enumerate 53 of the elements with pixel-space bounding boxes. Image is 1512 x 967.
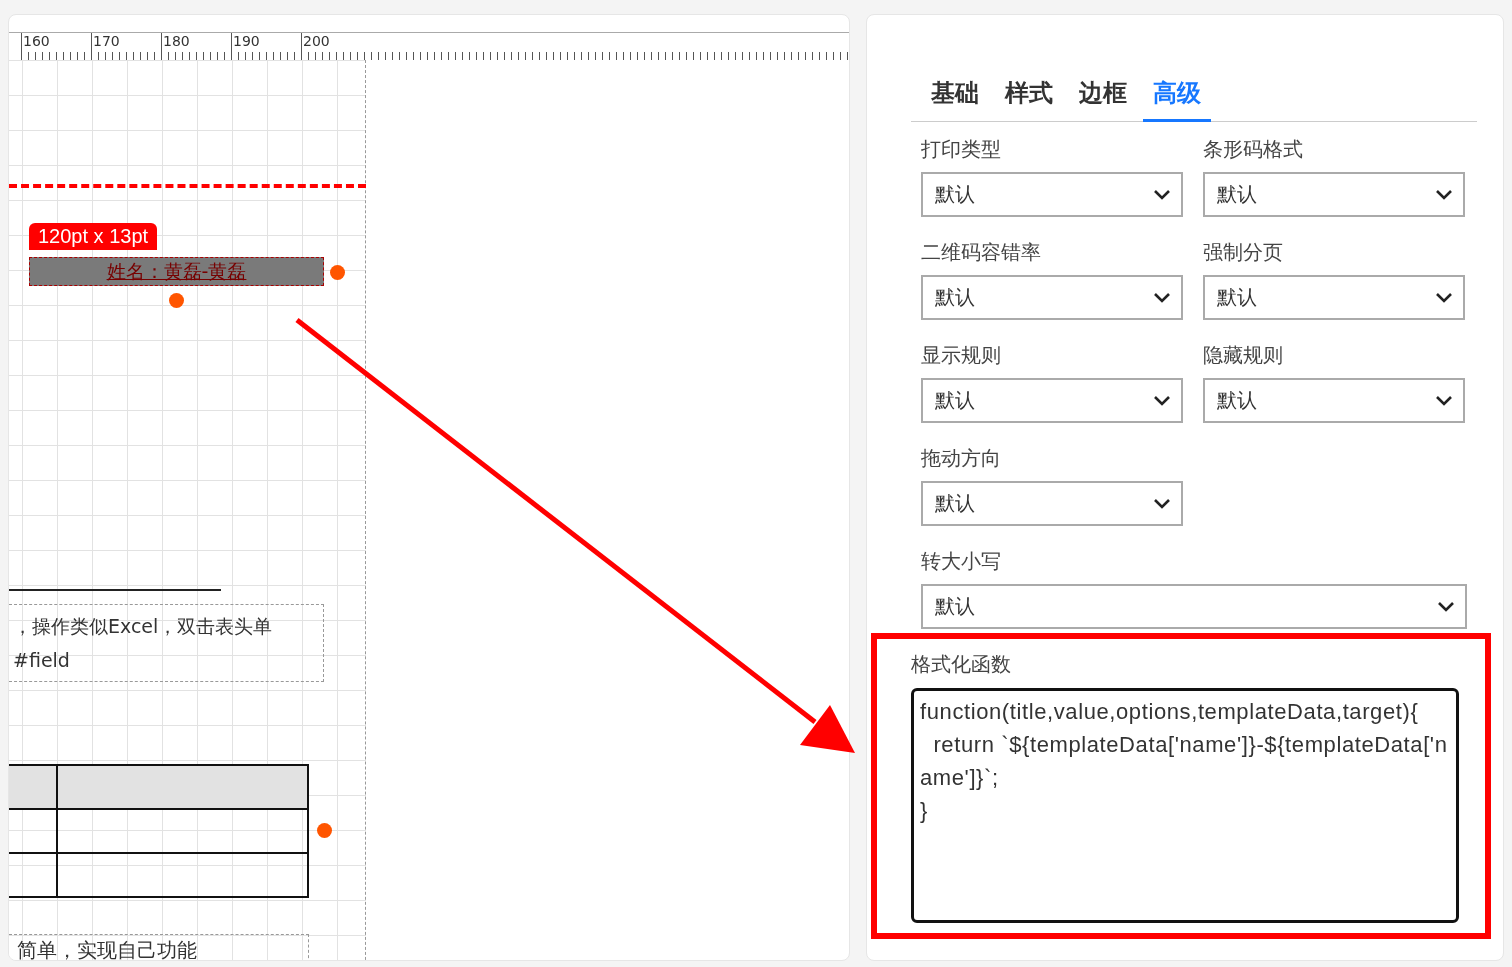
- select-value: 默认: [1217, 387, 1257, 414]
- select-field[interactable]: 默认: [921, 584, 1467, 629]
- select-field[interactable]: 默认: [921, 378, 1183, 423]
- table-element[interactable]: [9, 764, 309, 898]
- select-field[interactable]: 默认: [921, 275, 1183, 320]
- select-value: 默认: [935, 593, 975, 620]
- select-field[interactable]: 默认: [1203, 275, 1465, 320]
- text-line: #field: [13, 648, 71, 673]
- field-label: 转大小写: [921, 548, 1002, 575]
- tab[interactable]: 高级: [1143, 73, 1211, 122]
- select-value: 默认: [935, 284, 975, 311]
- select-field[interactable]: 默认: [1203, 378, 1465, 423]
- select-field[interactable]: 默认: [1203, 172, 1465, 217]
- size-badge: 120pt x 13pt: [29, 223, 158, 250]
- select-value: 默认: [935, 181, 975, 208]
- tab[interactable]: 样式: [995, 73, 1063, 122]
- chevron-down-icon: [1435, 188, 1453, 201]
- chevron-down-icon: [1153, 291, 1171, 304]
- field-label: 二维码容错率: [921, 239, 1042, 266]
- tab[interactable]: 基础: [921, 73, 989, 122]
- field-label: 条形码格式: [1203, 136, 1304, 163]
- select-value: 默认: [1217, 284, 1257, 311]
- field-label: 隐藏规则: [1203, 342, 1284, 369]
- resize-handle[interactable]: [330, 265, 345, 280]
- field-label: 拖动方向: [921, 445, 1002, 472]
- select-value: 默认: [935, 387, 975, 414]
- select-value: 默认: [1217, 181, 1257, 208]
- text-line: 简单，实现自己功能: [17, 938, 197, 960]
- tab[interactable]: 边框: [1069, 73, 1137, 122]
- chevron-down-icon: [1153, 497, 1171, 510]
- text-element[interactable]: 简单，实现自己功能: [9, 934, 309, 960]
- field-label: 强制分页: [1203, 239, 1284, 266]
- chevron-down-icon: [1437, 600, 1455, 613]
- ruler-label: 200: [303, 34, 330, 49]
- chevron-down-icon: [1153, 394, 1171, 407]
- ruler-label: 180: [163, 34, 190, 49]
- ruler-label: 170: [93, 34, 120, 49]
- text-line: ，操作类似Excel，双击表头单: [13, 614, 274, 639]
- field-label: 显示规则: [921, 342, 1002, 369]
- select-field[interactable]: 默认: [921, 172, 1183, 217]
- ruler-label: 190: [233, 34, 260, 49]
- select-field[interactable]: 默认: [921, 481, 1183, 526]
- chevron-down-icon: [1435, 291, 1453, 304]
- chevron-down-icon: [1435, 394, 1453, 407]
- code-field[interactable]: function(title,value,options,templateData,target){ return `${templateData['name']}-${templateData['name']}`; }: [911, 688, 1459, 923]
- text-element[interactable]: ，操作类似Excel，双击表头单 #field: [9, 604, 324, 682]
- resize-handle[interactable]: [317, 823, 332, 838]
- select-value: 默认: [935, 490, 975, 517]
- resize-handle[interactable]: [169, 293, 184, 308]
- field-label: 格式化函数: [911, 651, 1012, 678]
- field-label: 打印类型: [921, 136, 1002, 163]
- ruler-label: 160: [23, 34, 50, 49]
- chevron-down-icon: [1153, 188, 1171, 201]
